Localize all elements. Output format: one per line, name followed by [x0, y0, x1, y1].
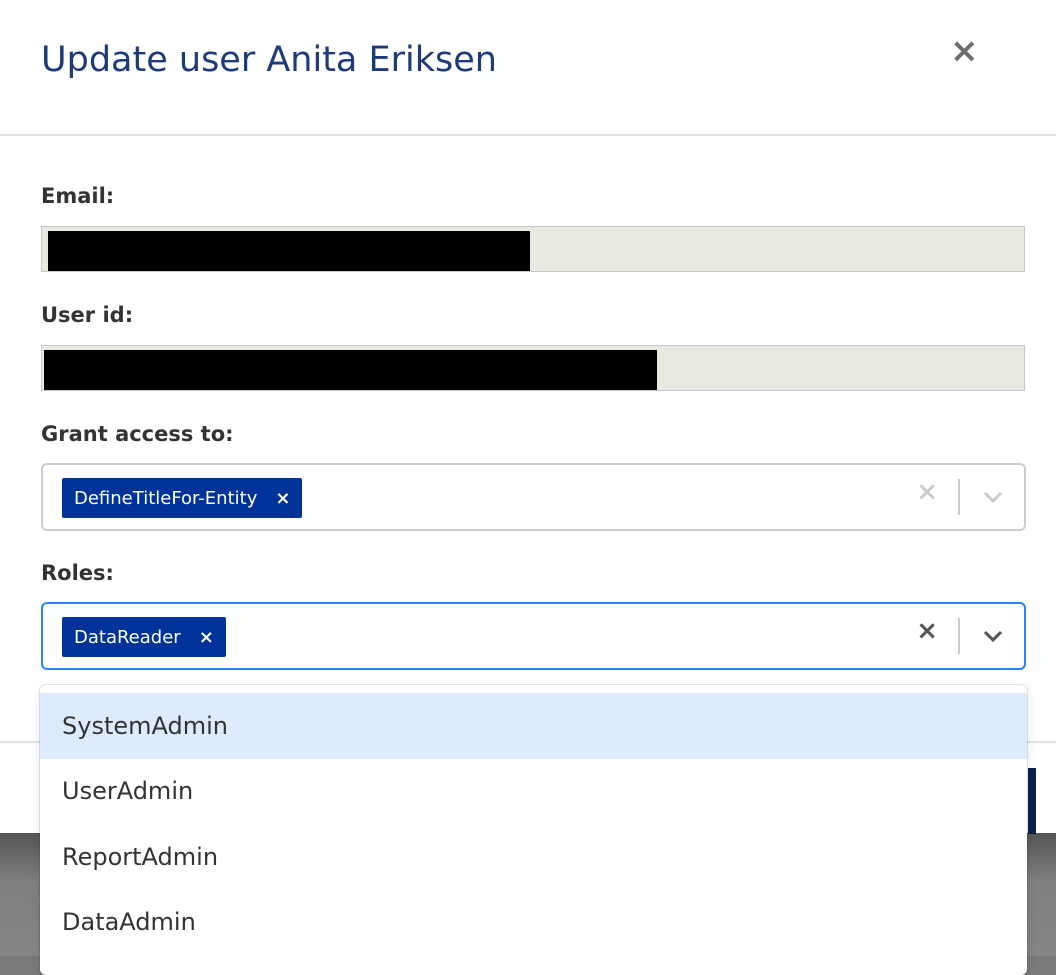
submit-button[interactable]: [1028, 768, 1036, 834]
dialog-title: Update user Anita Eriksen: [41, 40, 497, 80]
email-label: Email:: [41, 184, 115, 208]
clear-icon[interactable]: ×: [916, 618, 938, 644]
indicator-separator: [958, 618, 960, 654]
user-id-field: [41, 345, 1025, 391]
redacted-user-id: [44, 350, 657, 390]
roles-label: Roles:: [41, 561, 114, 585]
chevron-down-icon[interactable]: [982, 485, 1004, 509]
role-option-reportadmin[interactable]: ReportAdmin: [40, 824, 1027, 890]
redacted-email: [48, 231, 530, 271]
role-chip-label: DataReader: [74, 626, 181, 648]
role-chip: DataReader ×: [62, 617, 226, 657]
role-option-useradmin[interactable]: UserAdmin: [40, 759, 1027, 825]
grant-chip: DefineTitleFor-Entity ×: [62, 478, 303, 518]
roles-dropdown-menu: SystemAdmin UserAdmin ReportAdmin DataAd…: [40, 685, 1027, 975]
grant-access-label: Grant access to:: [41, 422, 234, 446]
chevron-down-icon[interactable]: [982, 624, 1004, 648]
clear-icon[interactable]: ×: [916, 479, 938, 505]
close-icon[interactable]: ×: [950, 34, 979, 68]
grant-access-select[interactable]: DefineTitleFor-Entity × ×: [41, 463, 1026, 531]
dialog-header: Update user Anita Eriksen ×: [0, 0, 1056, 136]
user-id-label: User id:: [41, 303, 134, 327]
indicator-separator: [958, 479, 960, 515]
email-field: [41, 226, 1025, 272]
roles-select[interactable]: DataReader × ×: [41, 602, 1026, 670]
role-option-systemadmin[interactable]: SystemAdmin: [40, 693, 1027, 759]
remove-chip-icon[interactable]: ×: [199, 627, 214, 648]
remove-chip-icon[interactable]: ×: [275, 488, 290, 509]
grant-chip-label: DefineTitleFor-Entity: [74, 487, 258, 509]
role-option-dataadmin[interactable]: DataAdmin: [40, 890, 1027, 956]
